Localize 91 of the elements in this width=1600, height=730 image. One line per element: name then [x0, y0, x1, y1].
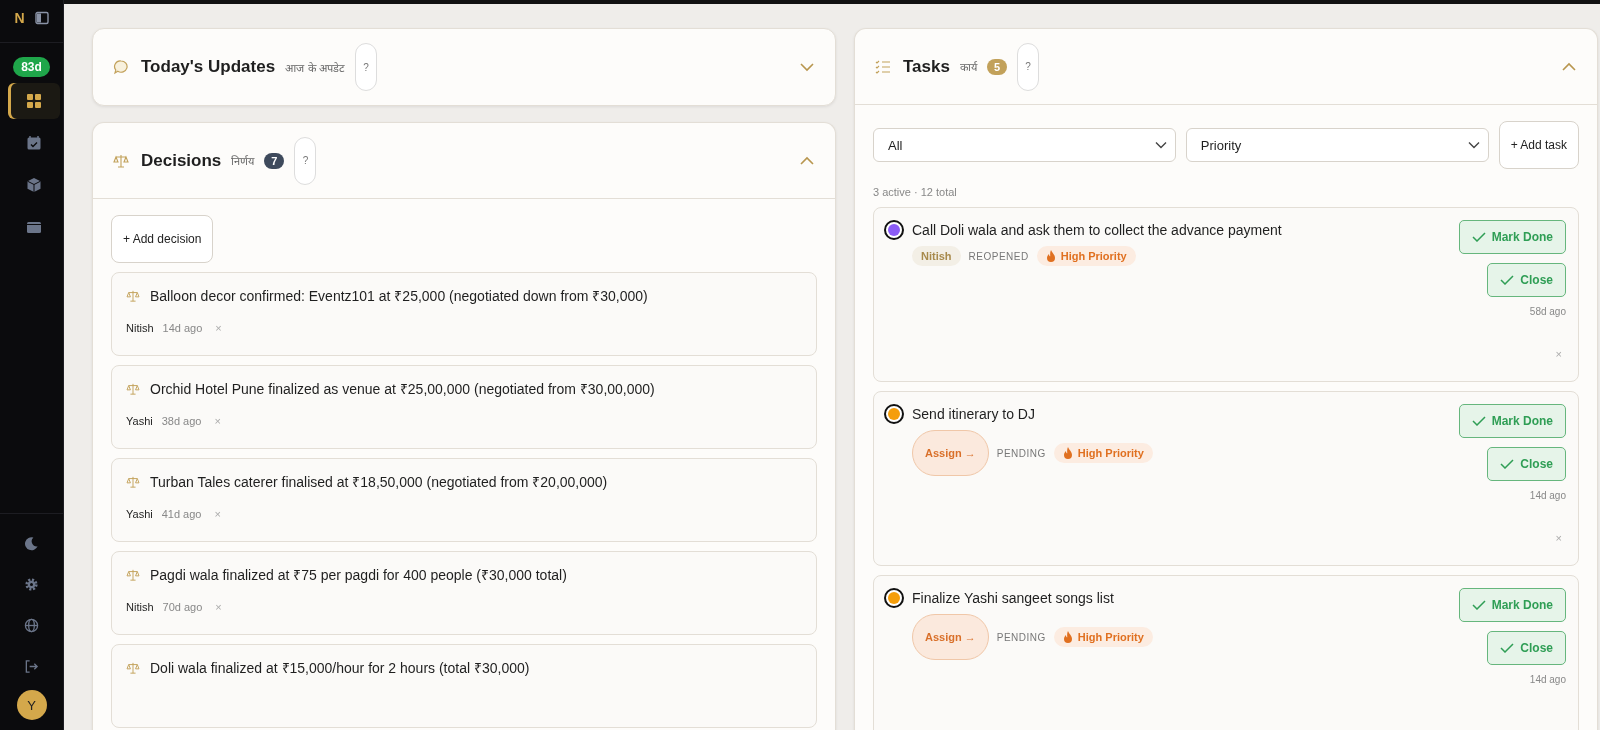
close-button[interactable]: Close — [1487, 447, 1566, 481]
timestamp: 14d ago — [162, 322, 203, 334]
status-label: REOPENED — [968, 250, 1029, 262]
mark-done-button[interactable]: Mark Done — [1458, 588, 1566, 622]
days-badge: 83d — [13, 57, 50, 77]
logout-icon[interactable] — [24, 659, 39, 674]
calendar-icon — [25, 135, 42, 151]
decision-text: Orchid Hotel Pune finalized as venue at ₹25,00,000 (negotiated from ₹30,00,000) — [150, 380, 655, 398]
close-button[interactable]: Close — [1487, 263, 1566, 297]
status-label: PENDING — [996, 447, 1046, 459]
close-button[interactable]: Close — [1487, 631, 1566, 665]
panel-title: Tasks — [903, 56, 950, 77]
panel-title: Today's Updates — [141, 57, 276, 77]
filter-dropdown[interactable]: Priority — [1185, 128, 1489, 162]
wallet-icon — [25, 219, 42, 235]
check-icon — [1471, 600, 1486, 610]
panel-subtitle: कार्य — [959, 60, 977, 74]
scale-icon — [113, 153, 129, 168]
delete-button[interactable]: × — [211, 322, 226, 334]
count-badge: 5 — [986, 58, 1008, 75]
timestamp: 14d ago — [1529, 674, 1566, 685]
chat-bubble-icon — [113, 59, 129, 75]
task-title: Call Doli wala and ask them to collect the advance payment — [912, 222, 1282, 238]
delete-button[interactable]: × — [210, 415, 225, 427]
add-task-button[interactable]: + Add task — [1498, 121, 1579, 169]
nav-item[interactable] — [7, 83, 60, 119]
scale-icon — [126, 382, 140, 395]
check-icon — [1500, 275, 1515, 285]
scale-icon — [126, 568, 140, 581]
flame-icon — [1062, 631, 1073, 643]
grid-icon — [25, 93, 42, 109]
delete-button[interactable]: × — [1551, 348, 1566, 360]
help-button[interactable]: ? — [294, 136, 317, 185]
check-icon — [1471, 416, 1486, 426]
globe-icon[interactable] — [24, 618, 39, 633]
filter-dropdown[interactable]: All — [873, 128, 1176, 162]
logo[interactable]: N — [14, 10, 25, 26]
scale-icon — [126, 661, 140, 674]
box-icon — [25, 177, 42, 193]
timestamp: 14d ago — [1529, 490, 1566, 501]
flame-icon — [1062, 447, 1073, 459]
panel-title: Decisions — [141, 150, 222, 171]
chevron-icon — [1467, 141, 1480, 149]
check-icon — [1500, 643, 1515, 653]
checklist-icon — [875, 59, 891, 74]
delete-button[interactable]: × — [210, 508, 225, 520]
author-name: Yashi — [126, 415, 153, 427]
chevron-icon[interactable] — [799, 62, 815, 72]
decision-text: Doli wala finalized at ₹15,000/hour for 2 hours (total ₹30,000) — [150, 659, 530, 677]
settings-icon[interactable] — [24, 577, 39, 592]
assign-button[interactable]: Assign → — [912, 614, 989, 660]
chevron-icon[interactable] — [799, 155, 815, 166]
decision-text: Turban Tales caterer finalised at ₹18,50,000 (negotiated from ₹20,00,000) — [150, 473, 608, 491]
timestamp: 70d ago — [162, 601, 203, 613]
mark-done-button[interactable]: Mark Done — [1458, 220, 1566, 254]
help-button[interactable]: ? — [355, 43, 378, 91]
author-name: Nitish — [126, 601, 154, 613]
avatar[interactable]: Y — [16, 690, 47, 720]
decision-text: Pagdi wala finalized at ₹75 per pagdi for 400 people (₹30,000 total) — [150, 566, 567, 584]
help-button[interactable]: ? — [1017, 42, 1040, 91]
timestamp: 41d ago — [161, 508, 202, 520]
priority-text: High Priority — [1060, 250, 1127, 262]
scale-icon — [126, 475, 140, 488]
assignee-chip: Nitish — [912, 246, 961, 266]
panel-subtitle: निर्णय — [231, 154, 255, 168]
author-name: Nitish — [126, 322, 154, 334]
author-name: Yashi — [126, 508, 153, 520]
delete-button[interactable]: × — [1551, 532, 1566, 544]
priority-text: High Priority — [1077, 447, 1144, 459]
timestamp: 58d ago — [1529, 306, 1566, 317]
flame-icon — [1045, 250, 1056, 262]
status-label: PENDING — [996, 631, 1046, 643]
check-icon — [1500, 459, 1515, 469]
chevron-icon[interactable] — [1561, 61, 1577, 72]
check-icon — [1471, 232, 1486, 242]
add-decision-button[interactable]: + Add decision — [111, 215, 214, 263]
moon-icon[interactable] — [24, 536, 39, 551]
priority-text: High Priority — [1077, 631, 1144, 643]
timestamp: 38d ago — [161, 415, 202, 427]
decision-text: Balloon decor confirmed: Eventz101 at ₹25,000 (negotiated down from ₹30,000) — [150, 287, 648, 305]
panel-toggle-icon[interactable] — [34, 11, 49, 25]
mark-done-button[interactable]: Mark Done — [1458, 404, 1566, 438]
assign-button[interactable]: Assign → — [912, 430, 989, 476]
panel-subtitle: आज के अपडेट — [285, 60, 346, 75]
task-summary: 3 active · 12 total — [873, 186, 958, 198]
delete-button[interactable]: × — [211, 601, 226, 613]
scale-icon — [126, 289, 140, 302]
task-title: Finalize Yashi sangeet songs list — [912, 590, 1114, 606]
count-badge: 7 — [264, 152, 285, 169]
chevron-icon — [1154, 141, 1167, 149]
task-title: Send itinerary to DJ — [912, 406, 1035, 422]
